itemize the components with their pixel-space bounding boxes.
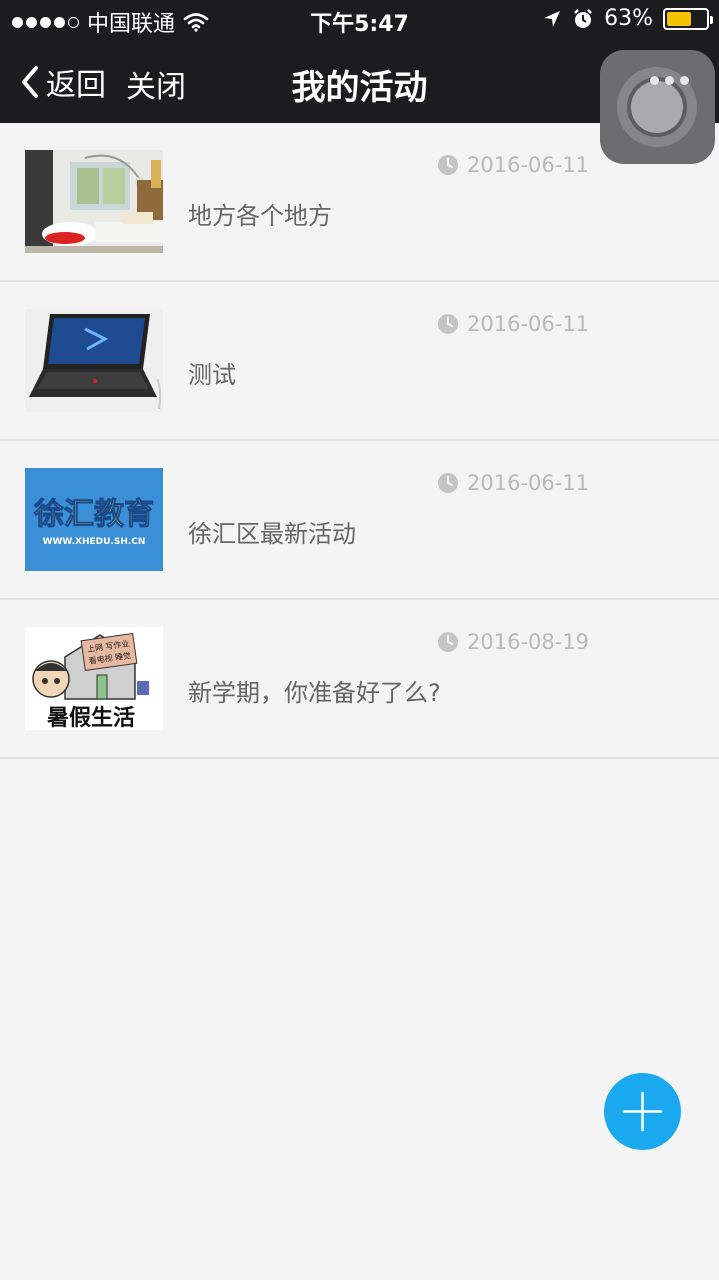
more-dots-icon	[650, 76, 689, 85]
activity-item[interactable]: 2016-06-11 测试	[0, 282, 719, 441]
alarm-icon	[574, 8, 592, 28]
activity-date: 2016-06-11	[437, 471, 589, 495]
battery-icon	[663, 7, 713, 30]
activity-title: 新学期，你准备好了么?	[188, 679, 441, 707]
activity-item[interactable]: 徐汇教育 WWW.XHEDU.SH.CN 2016-06-11 徐汇区最新活动	[0, 441, 719, 600]
living-room-thumbnail	[25, 150, 163, 253]
activity-title: 地方各个地方	[188, 202, 332, 230]
xuhui-education-thumbnail: 徐汇教育 WWW.XHEDU.SH.CN	[25, 468, 163, 571]
activity-date-text: 2016-08-19	[467, 630, 590, 654]
chevron-left-icon	[22, 66, 38, 98]
clock-icon	[438, 632, 458, 652]
thumb-caption: 暑假生活	[47, 706, 135, 730]
laptop-thumbnail	[25, 309, 163, 412]
battery-percent: 63%	[604, 6, 653, 31]
back-button[interactable]: 返回	[18, 60, 106, 104]
activity-date: 2016-06-11	[437, 312, 589, 336]
activity-title: 徐汇区最新活动	[188, 520, 356, 548]
activity-item[interactable]: 上网 写作业 看电视 睡觉 暑假生活 2016-08-19 新学期，你准备好了么…	[0, 600, 719, 759]
battery-fill	[667, 11, 691, 26]
clock-icon	[438, 473, 458, 493]
clock-icon	[438, 155, 458, 175]
plus-icon	[622, 1091, 663, 1132]
thumb-logo-url: WWW.XHEDU.SH.CN	[43, 537, 146, 547]
close-button[interactable]: 关闭	[126, 62, 186, 106]
add-activity-button[interactable]	[604, 1073, 681, 1150]
activity-date-text: 2016-06-11	[467, 471, 590, 495]
activity-date-text: 2016-06-11	[467, 153, 590, 177]
clock-icon	[438, 314, 458, 334]
location-arrow-icon	[544, 10, 561, 27]
activity-title: 测试	[188, 361, 236, 389]
summer-life-thumbnail: 上网 写作业 看电视 睡觉 暑假生活	[25, 627, 163, 730]
activity-date: 2016-08-19	[437, 630, 589, 654]
more-dots-button[interactable]	[600, 50, 715, 164]
back-label: 返回	[46, 68, 106, 103]
activity-date: 2016-06-11	[437, 153, 589, 177]
thumb-logo-title: 徐汇教育	[33, 497, 154, 532]
activity-list: 2016-06-11 地方各个地方 2016-06-11 测试 徐汇教育 WWW…	[0, 123, 719, 759]
status-bar: 中国联通 下午5:47 63%	[0, 0, 719, 40]
activity-date-text: 2016-06-11	[467, 312, 590, 336]
